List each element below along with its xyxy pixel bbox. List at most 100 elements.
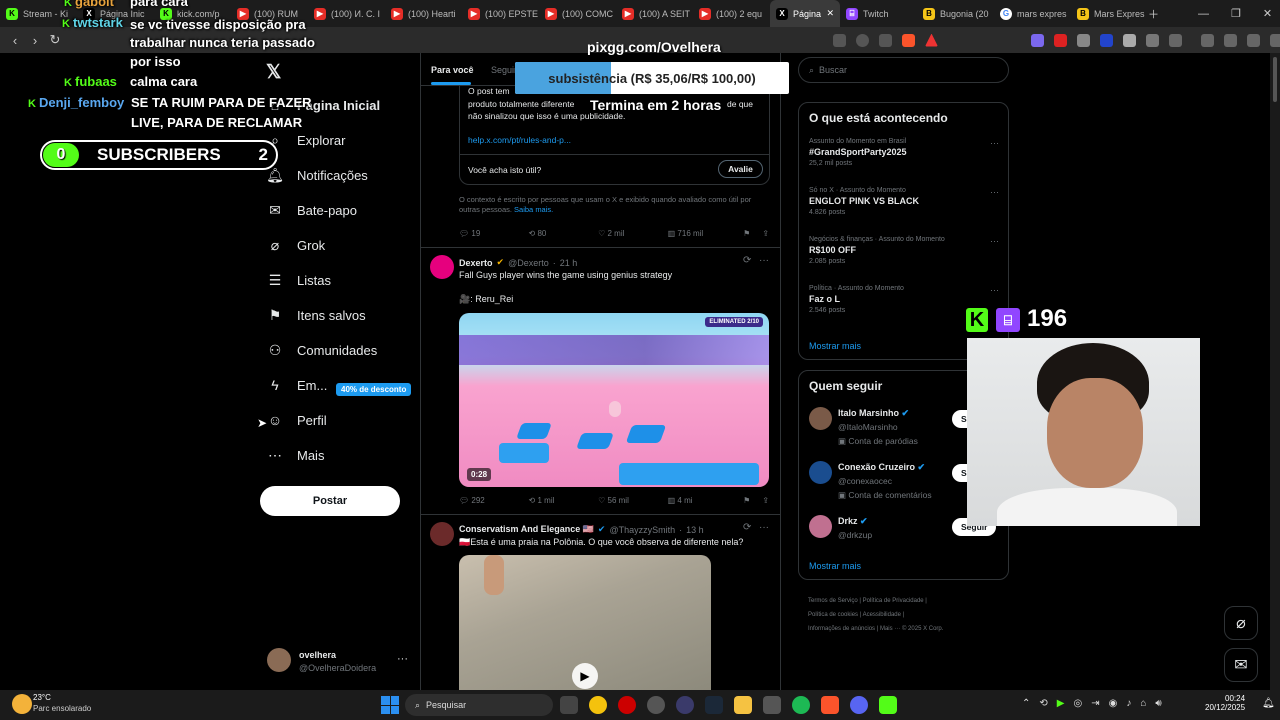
- mic-icon[interactable]: ♪: [1126, 698, 1131, 709]
- close-tab-icon[interactable]: ✕: [826, 8, 834, 19]
- reply-action[interactable]: 💬︎ 292: [459, 496, 529, 505]
- browser-tab[interactable]: ▶ (100) 2 equ: [693, 0, 770, 27]
- share-icon[interactable]: [879, 33, 892, 47]
- extension-icon[interactable]: [1031, 33, 1044, 47]
- opera-icon[interactable]: [618, 696, 636, 714]
- nav-item-grok[interactable]: ⌀ Grok: [267, 237, 325, 253]
- learn-more-link[interactable]: Saiba mais.: [514, 205, 553, 214]
- file-explorer-icon[interactable]: [734, 696, 752, 714]
- extension-icon[interactable]: [1123, 33, 1136, 47]
- footer-link[interactable]: Termos de Serviço: [808, 598, 858, 604]
- avatar[interactable]: [430, 522, 454, 546]
- browser-tab[interactable]: ▶ (100) A SEIT: [616, 0, 693, 27]
- brave-icon[interactable]: [821, 696, 839, 714]
- play-icon[interactable]: ▶: [572, 663, 598, 689]
- browser-tab[interactable]: ▶ (100) COMC: [539, 0, 616, 27]
- trend-item[interactable]: Assunto do Momento em Brasil #GrandSportP…: [809, 138, 999, 167]
- grok-float-icon[interactable]: ⌀: [1224, 606, 1258, 640]
- tray-icon[interactable]: ⇥: [1091, 698, 1099, 709]
- footer-link[interactable]: Política de Privacidade: [863, 598, 924, 604]
- tray-icon[interactable]: ◉: [1109, 698, 1118, 709]
- leo-ai-icon[interactable]: [1247, 33, 1260, 47]
- scrollbar-thumb[interactable]: [1273, 57, 1277, 102]
- post-author[interactable]: Dexerto: [459, 258, 493, 268]
- nav-item-people[interactable]: ⚇ Comunidades: [267, 342, 378, 358]
- browser-tab[interactable]: B Bugonia (20: [917, 0, 994, 27]
- extension-icon[interactable]: [1100, 33, 1113, 47]
- task-view-icon[interactable]: [560, 696, 578, 714]
- chevron-up-icon[interactable]: ⌃: [1022, 698, 1030, 709]
- share-icon[interactable]: ⇪: [762, 229, 769, 238]
- grok-icon[interactable]: ⟳: [743, 255, 751, 266]
- nav-item-bolt[interactable]: ϟ Em...: [267, 377, 327, 393]
- tray-icon[interactable]: ▶: [1057, 698, 1065, 709]
- avatar[interactable]: [809, 515, 832, 538]
- views-action[interactable]: ▥ 716 mil: [668, 229, 744, 238]
- network-icon[interactable]: ⌂: [1140, 698, 1146, 709]
- browser-tab[interactable]: B Mars Expres: [1071, 0, 1148, 27]
- follow-name[interactable]: Italo Marsinho: [838, 408, 899, 418]
- messages-float-icon[interactable]: ✉: [1224, 648, 1258, 682]
- extension-icon[interactable]: [1054, 33, 1067, 47]
- bookmark-icon[interactable]: ⚑: [743, 229, 750, 238]
- chrome-icon[interactable]: [589, 696, 607, 714]
- tab-seguindo[interactable]: Seguir: [491, 65, 517, 75]
- rate-note-button[interactable]: Avalie: [718, 160, 763, 178]
- show-more-trends-link[interactable]: Mostrar mais: [809, 341, 861, 351]
- bookmark-icon[interactable]: ⚑: [743, 496, 750, 505]
- new-tab-button[interactable]: ＋: [1148, 0, 1159, 27]
- nav-item-bookmark[interactable]: ⚑ Itens salvos: [267, 307, 366, 323]
- trend-more-icon[interactable]: ···: [990, 187, 999, 197]
- volume-icon[interactable]: 🔊︎: [1155, 698, 1161, 709]
- install-app-icon[interactable]: [833, 33, 846, 47]
- nav-item-list[interactable]: ☰ Listas: [267, 272, 331, 288]
- post-button[interactable]: Postar: [260, 486, 400, 516]
- zoom-icon[interactable]: [856, 33, 869, 47]
- post-author[interactable]: Conservatism And Elegance 🇺🇸: [459, 524, 594, 535]
- post-video[interactable]: ▶: [459, 555, 711, 690]
- app-icon[interactable]: [763, 696, 781, 714]
- vpn-icon[interactable]: [1270, 33, 1280, 47]
- nav-item-bell[interactable]: 🔔︎ Notificações: [266, 167, 368, 183]
- note-link[interactable]: help.x.com/pt/rules-and-p...: [468, 135, 571, 145]
- tab-para-voce[interactable]: Para você: [431, 65, 474, 75]
- kick-app-icon[interactable]: [879, 696, 897, 714]
- trend-more-icon[interactable]: ···: [990, 138, 999, 148]
- browser-tab[interactable]: ▶ (100) EPSTE: [462, 0, 539, 27]
- x-logo-icon[interactable]: 𝕏: [266, 61, 281, 84]
- brave-shields-icon[interactable]: [902, 33, 915, 47]
- follow-name[interactable]: Drkz: [838, 516, 858, 526]
- trend-item[interactable]: Só no X · Assunto do Momento ENGLOT PINK …: [809, 187, 999, 216]
- show-more-follow-link[interactable]: Mostrar mais: [809, 561, 861, 571]
- browser-tab[interactable]: ▶ (100) Hearti: [385, 0, 462, 27]
- post-time[interactable]: 13 h: [686, 525, 704, 535]
- follow-name[interactable]: Conexão Cruzeiro: [838, 462, 915, 472]
- post-more-icon[interactable]: ···: [759, 255, 769, 266]
- extension-icon[interactable]: [1077, 33, 1090, 47]
- post-handle[interactable]: @Dexerto: [508, 258, 549, 268]
- follow-handle[interactable]: @drkzup: [838, 530, 872, 540]
- weather-icon[interactable]: [12, 694, 32, 714]
- scrollbar[interactable]: [1270, 53, 1280, 690]
- grok-icon[interactable]: ⟳: [743, 522, 751, 533]
- avatar[interactable]: [809, 407, 832, 430]
- reload-icon[interactable]: ↻: [45, 32, 65, 48]
- trend-more-icon[interactable]: ···: [990, 236, 999, 246]
- browser-tab[interactable]: ▶ (100) И. С. I: [308, 0, 385, 27]
- follow-handle[interactable]: @conexaocec: [838, 476, 892, 486]
- sidebar-icon[interactable]: [1201, 33, 1214, 47]
- weather-temp[interactable]: 23°C: [33, 693, 51, 702]
- trend-more-icon[interactable]: ···: [990, 285, 999, 295]
- like-action[interactable]: ♡ 56 mil: [598, 496, 668, 505]
- back-icon[interactable]: ‹: [5, 33, 25, 48]
- wallet-icon[interactable]: [1224, 33, 1237, 47]
- app-icon[interactable]: [676, 696, 694, 714]
- nav-item-search[interactable]: ⌕ Explorar: [267, 132, 345, 148]
- maximize-icon[interactable]: ❐: [1231, 7, 1241, 20]
- avatar[interactable]: [809, 461, 832, 484]
- repost-action[interactable]: ⟲ 1 mil: [529, 496, 599, 505]
- footer-link[interactable]: Acessibilidade: [863, 612, 901, 618]
- footer-link[interactable]: Informações de anúncios: [808, 626, 875, 632]
- footer-link[interactable]: Política de cookies: [808, 612, 858, 618]
- nav-item-person[interactable]: ☺ Perfil: [267, 412, 327, 428]
